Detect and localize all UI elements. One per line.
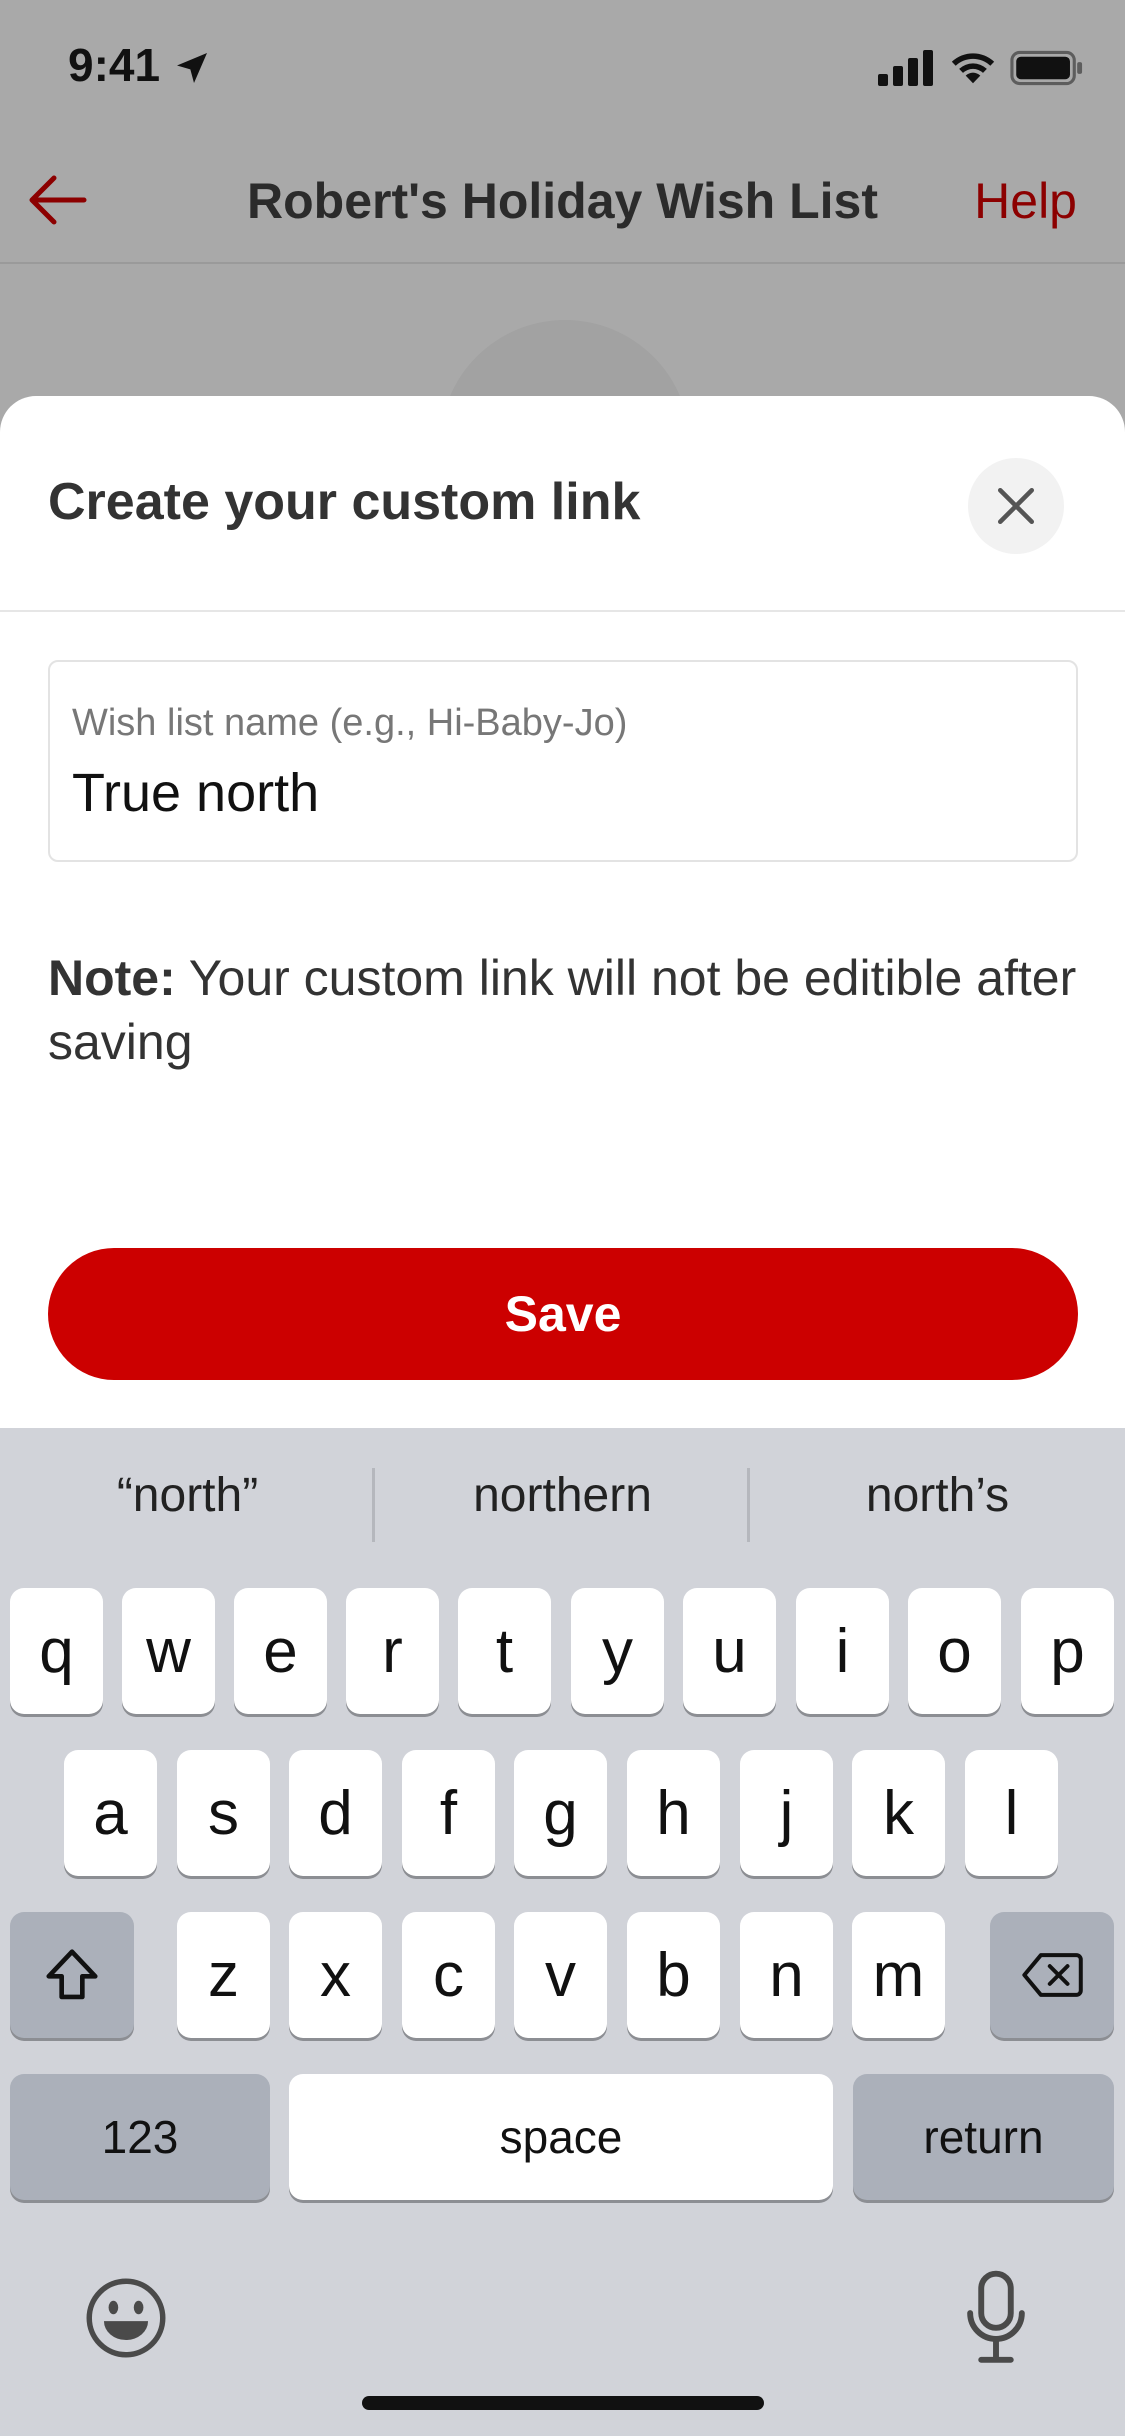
microphone-icon[interactable] xyxy=(964,2268,1028,2368)
key-g[interactable]: g xyxy=(514,1750,607,1876)
suggestion-2[interactable]: northern xyxy=(375,1468,750,1523)
shift-key[interactable] xyxy=(10,1912,134,2038)
suggestion-bar: “north” northern north’s xyxy=(0,1428,1125,1578)
key-v[interactable]: v xyxy=(514,1912,607,2038)
emoji-icon[interactable] xyxy=(84,2276,168,2360)
key-z[interactable]: z xyxy=(177,1912,270,2038)
key-q[interactable]: q xyxy=(10,1588,103,1714)
key-y[interactable]: y xyxy=(571,1588,664,1714)
backspace-icon xyxy=(1022,1953,1083,1997)
key-b[interactable]: b xyxy=(627,1912,720,2038)
note-body: Your custom link will not be editible af… xyxy=(48,950,1077,1070)
wifi-icon xyxy=(951,53,995,84)
key-a[interactable]: a xyxy=(64,1750,157,1876)
key-t[interactable]: t xyxy=(458,1588,551,1714)
cellular-signal-icon xyxy=(878,50,933,86)
help-link[interactable]: Help xyxy=(974,172,1077,230)
key-l[interactable]: l xyxy=(965,1750,1058,1876)
wish-list-name-input[interactable] xyxy=(72,762,1052,824)
battery-icon xyxy=(1010,50,1083,86)
keyboard: “north” northern north’s q w e r t y u i… xyxy=(0,1428,1125,2436)
key-w[interactable]: w xyxy=(122,1588,215,1714)
save-button[interactable]: Save xyxy=(48,1248,1078,1380)
key-i[interactable]: i xyxy=(796,1588,889,1714)
space-key[interactable]: space xyxy=(289,2074,833,2200)
home-indicator xyxy=(362,2396,764,2410)
key-c[interactable]: c xyxy=(402,1912,495,2038)
key-j[interactable]: j xyxy=(740,1750,833,1876)
location-arrow-icon xyxy=(177,53,207,83)
key-x[interactable]: x xyxy=(289,1912,382,2038)
wish-list-name-field[interactable]: Wish list name (e.g., Hi-Baby-Jo) xyxy=(48,660,1078,862)
suggestion-3[interactable]: north’s xyxy=(750,1468,1125,1523)
suggestion-1[interactable]: “north” xyxy=(0,1468,375,1523)
field-label: Wish list name (e.g., Hi-Baby-Jo) xyxy=(72,702,628,744)
close-icon xyxy=(997,487,1035,525)
key-n[interactable]: n xyxy=(740,1912,833,2038)
sheet-header: Create your custom link xyxy=(0,396,1125,612)
key-m[interactable]: m xyxy=(852,1912,945,2038)
key-u[interactable]: u xyxy=(683,1588,776,1714)
key-f[interactable]: f xyxy=(402,1750,495,1876)
numbers-key[interactable]: 123 xyxy=(10,2074,270,2200)
status-bar: 9:41 xyxy=(0,0,1125,140)
note-label: Note: xyxy=(48,950,176,1006)
custom-link-sheet: Create your custom link Wish list name (… xyxy=(0,396,1125,1428)
key-e[interactable]: e xyxy=(234,1588,327,1714)
status-time: 9:41 xyxy=(68,39,161,91)
sheet-title: Create your custom link xyxy=(48,473,641,531)
key-h[interactable]: h xyxy=(627,1750,720,1876)
close-button[interactable] xyxy=(968,458,1064,554)
shift-arrow-icon xyxy=(46,1949,98,2000)
key-o[interactable]: o xyxy=(908,1588,1001,1714)
navigation-bar: Robert's Holiday Wish List Help xyxy=(0,140,1125,264)
key-p[interactable]: p xyxy=(1021,1588,1114,1714)
key-d[interactable]: d xyxy=(289,1750,382,1876)
return-key[interactable]: return xyxy=(853,2074,1114,2200)
note-text: Note: Your custom link will not be editi… xyxy=(48,946,1078,1074)
page-title: Robert's Holiday Wish List xyxy=(247,173,878,229)
delete-key[interactable] xyxy=(990,1912,1114,2038)
key-s[interactable]: s xyxy=(177,1750,270,1876)
key-r[interactable]: r xyxy=(346,1588,439,1714)
key-k[interactable]: k xyxy=(852,1750,945,1876)
